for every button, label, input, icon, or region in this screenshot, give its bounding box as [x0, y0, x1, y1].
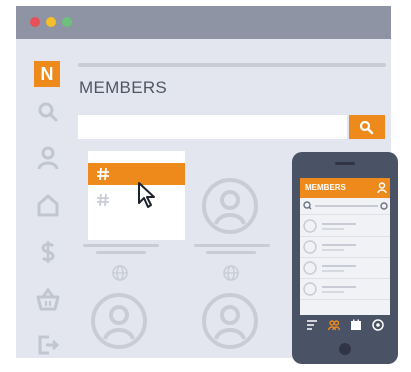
people-icon[interactable] — [328, 319, 340, 331]
search-icon — [303, 201, 388, 210]
member-avatar[interactable] — [200, 291, 260, 351]
list-icon[interactable] — [306, 319, 318, 331]
member-role-line — [206, 251, 256, 254]
phone-speaker — [335, 162, 355, 165]
phone-list-item[interactable] — [300, 237, 390, 258]
hash-icon — [97, 167, 109, 181]
phone-header: MEMBERS — [300, 178, 390, 198]
phone-list-item[interactable] — [300, 279, 390, 300]
globe-icon — [223, 265, 239, 281]
phone-search-bar[interactable] — [300, 198, 390, 215]
mobile-device: MEMBERS — [292, 152, 398, 364]
user-icon[interactable] — [35, 145, 61, 171]
app-logo[interactable]: N — [34, 61, 60, 87]
search-icon — [359, 120, 374, 135]
dollar-icon[interactable] — [35, 239, 61, 265]
basket-icon[interactable] — [35, 286, 61, 312]
home-button[interactable] — [339, 343, 351, 355]
hash-icon — [97, 193, 109, 207]
phone-list-item[interactable] — [300, 216, 390, 237]
header-divider — [78, 63, 386, 67]
phone-title: MEMBERS — [305, 183, 346, 192]
globe-icon — [112, 265, 128, 281]
calendar-icon[interactable] — [350, 319, 362, 331]
member-role-line — [96, 251, 146, 254]
close-dot[interactable] — [30, 17, 40, 27]
cursor-icon — [138, 182, 155, 208]
page-title: MEMBERS — [79, 78, 168, 97]
search-icon[interactable] — [35, 99, 61, 125]
settings-icon[interactable] — [372, 319, 384, 331]
search-input[interactable] — [78, 115, 347, 139]
window-titlebar — [16, 6, 391, 39]
phone-list-item[interactable] — [300, 258, 390, 279]
phone-nav-bar — [300, 315, 390, 335]
maximize-dot[interactable] — [62, 17, 72, 27]
member-avatar[interactable] — [200, 176, 260, 236]
member-avatar[interactable] — [89, 291, 149, 351]
search-button[interactable] — [349, 115, 385, 139]
home-icon[interactable] — [35, 192, 61, 218]
filter-dropdown[interactable] — [88, 151, 185, 240]
phone-screen: MEMBERS — [300, 178, 390, 335]
member-name-line — [83, 244, 159, 247]
minimize-dot[interactable] — [46, 17, 56, 27]
logout-icon[interactable] — [35, 332, 61, 358]
member-name-line — [194, 244, 270, 247]
user-icon[interactable] — [377, 182, 387, 194]
